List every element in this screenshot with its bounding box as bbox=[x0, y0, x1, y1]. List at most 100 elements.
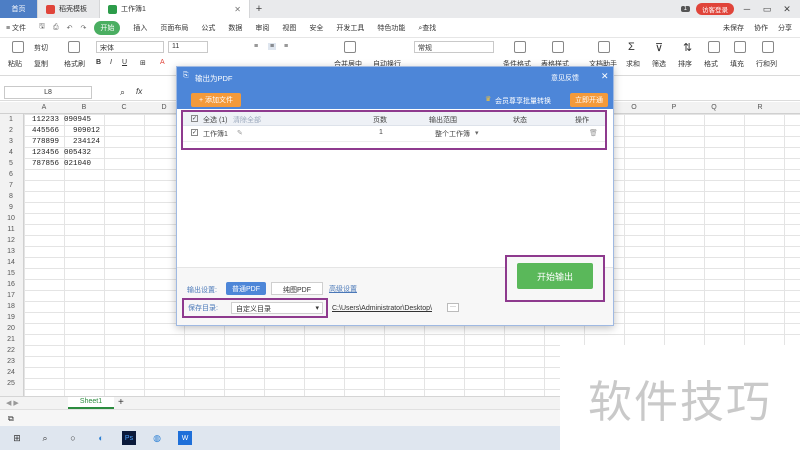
row-number[interactable]: 20 bbox=[0, 325, 22, 332]
border-icon[interactable]: ⊞ bbox=[140, 59, 146, 67]
cell-b1[interactable]: 090945 bbox=[64, 116, 91, 124]
add-sheet-button[interactable]: + bbox=[118, 397, 124, 408]
clear-all-link[interactable]: 清除全部 bbox=[233, 115, 261, 125]
column-header-a[interactable]: A bbox=[24, 104, 64, 111]
sheet-tab-sheet1[interactable]: Sheet1 bbox=[68, 397, 114, 409]
underline-icon[interactable]: U bbox=[122, 59, 127, 66]
sum-icon[interactable]: Σ bbox=[628, 41, 635, 53]
wps-icon[interactable]: W bbox=[178, 431, 192, 445]
row-number[interactable]: 16 bbox=[0, 281, 22, 288]
select-all-checkbox[interactable]: ✓ bbox=[191, 115, 198, 122]
doc-helper-icon[interactable] bbox=[598, 41, 610, 53]
sort-button[interactable]: 排序 bbox=[678, 59, 692, 69]
close-icon[interactable]: ✕ bbox=[780, 4, 794, 15]
format-painter-icon[interactable] bbox=[68, 41, 80, 53]
cell-b5[interactable]: 021040 bbox=[64, 160, 91, 168]
menu-insert[interactable]: 插入 bbox=[133, 23, 147, 33]
tab-docer-template[interactable]: 稻壳模板 bbox=[38, 0, 100, 18]
dialog-close-icon[interactable]: ✕ bbox=[601, 71, 609, 82]
row-number[interactable]: 8 bbox=[0, 193, 22, 200]
column-header-c[interactable]: C bbox=[104, 104, 144, 111]
bold-icon[interactable]: B bbox=[96, 59, 101, 66]
row-number[interactable]: 14 bbox=[0, 259, 22, 266]
cell-b2[interactable]: 909012 bbox=[73, 127, 100, 135]
menu-formula[interactable]: 公式 bbox=[201, 23, 215, 33]
start-output-button[interactable]: 开始输出 bbox=[517, 263, 593, 289]
row-number[interactable]: 1 bbox=[0, 116, 22, 123]
zoom-icon[interactable]: ⌕ bbox=[120, 87, 125, 98]
copy-button[interactable]: 复制 bbox=[34, 59, 48, 69]
column-header-p[interactable]: P bbox=[654, 104, 694, 111]
open-now-button[interactable]: 立即开通 bbox=[570, 93, 608, 107]
cell-a2[interactable]: 445566 bbox=[32, 127, 59, 135]
menu-review[interactable]: 审阅 bbox=[255, 23, 269, 33]
tab-home[interactable]: 首页 bbox=[0, 0, 38, 18]
menu-data[interactable]: 数据 bbox=[228, 23, 242, 33]
cut-button[interactable]: 剪切 bbox=[34, 43, 48, 53]
row-number[interactable]: 11 bbox=[0, 226, 22, 233]
row-number[interactable]: 5 bbox=[0, 160, 22, 167]
merge-icon[interactable] bbox=[344, 41, 356, 53]
sum-button[interactable]: 求和 bbox=[626, 59, 640, 69]
cell-a5[interactable]: 787856 bbox=[32, 160, 59, 168]
row-number[interactable]: 15 bbox=[0, 270, 22, 277]
italic-icon[interactable]: I bbox=[110, 59, 112, 66]
cell-b3[interactable]: 234124 bbox=[73, 138, 100, 146]
cell-a4[interactable]: 123456 bbox=[32, 149, 59, 157]
network-app-icon[interactable]: ◍ bbox=[150, 431, 164, 445]
format-painter-button[interactable]: 格式刷 bbox=[64, 59, 85, 69]
column-header-b[interactable]: B bbox=[64, 104, 104, 111]
tab-workbook1[interactable]: 工作簿1 ✕ bbox=[100, 0, 250, 18]
image-pdf-button[interactable]: 纯图PDF bbox=[271, 282, 323, 295]
close-tab-icon[interactable]: ✕ bbox=[234, 5, 241, 14]
paste-button[interactable]: 粘贴 bbox=[8, 59, 22, 69]
row-output-range[interactable]: 整个工作簿 bbox=[435, 129, 470, 139]
paste-icon[interactable] bbox=[12, 41, 24, 53]
menu-page-layout[interactable]: 页面布局 bbox=[160, 23, 188, 33]
search-menu[interactable]: ⌕查找 bbox=[418, 23, 436, 33]
task-view-icon[interactable]: ○ bbox=[66, 431, 80, 445]
maximize-icon[interactable]: ▭ bbox=[760, 4, 774, 15]
row-number[interactable]: 25 bbox=[0, 380, 22, 387]
row-number[interactable]: 2 bbox=[0, 127, 22, 134]
align-center-icon[interactable]: ≡ bbox=[268, 43, 277, 50]
row-number[interactable]: 7 bbox=[0, 182, 22, 189]
save-path[interactable]: C:\Users\Administrator\Desktop\ bbox=[332, 305, 432, 312]
menu-start[interactable]: 开始 bbox=[94, 20, 121, 35]
status-icon[interactable]: ⧉ bbox=[8, 414, 14, 424]
align-top-icon[interactable]: ≡ bbox=[254, 43, 258, 50]
print-icon[interactable]: ⎙ bbox=[53, 24, 59, 32]
column-header-o[interactable]: O bbox=[614, 104, 654, 111]
cell-b4[interactable]: 005432 bbox=[64, 149, 91, 157]
windows-logo-icon[interactable]: ⊞ bbox=[10, 431, 24, 445]
search-icon[interactable]: ⌕ bbox=[38, 431, 52, 445]
column-header-r[interactable]: R bbox=[740, 104, 780, 111]
sheet-nav-icon[interactable]: ◀ ▶ bbox=[6, 399, 19, 407]
undo-icon[interactable]: ↶ bbox=[67, 24, 73, 32]
row-checkbox[interactable]: ✓ bbox=[191, 129, 198, 136]
row-number[interactable]: 17 bbox=[0, 292, 22, 299]
save-dir-select[interactable]: 自定义目录 ▾ bbox=[231, 302, 323, 314]
advanced-settings-link[interactable]: 高级设置 bbox=[329, 284, 357, 294]
table-style-icon[interactable] bbox=[552, 41, 564, 53]
redo-icon[interactable]: ↷ bbox=[80, 24, 86, 32]
minimize-icon[interactable]: ─ bbox=[740, 4, 754, 14]
row-number[interactable]: 21 bbox=[0, 336, 22, 343]
cell-a3[interactable]: 778899 bbox=[32, 138, 59, 146]
share-button[interactable]: 分享 bbox=[778, 23, 792, 33]
photoshop-icon[interactable]: Ps bbox=[122, 431, 136, 445]
row-number[interactable]: 22 bbox=[0, 347, 22, 354]
filter-button[interactable]: 筛选 bbox=[652, 59, 666, 69]
number-format-select[interactable]: 常规 bbox=[414, 41, 494, 53]
rename-icon[interactable]: ✎ bbox=[237, 129, 243, 137]
feedback-link[interactable]: 意见反馈 bbox=[551, 73, 579, 83]
row-col-button[interactable]: 行和列 bbox=[756, 59, 777, 69]
row-number[interactable]: 18 bbox=[0, 303, 22, 310]
row-number[interactable]: 9 bbox=[0, 204, 22, 211]
menu-features[interactable]: 特色功能 bbox=[377, 23, 405, 33]
row-number[interactable]: 19 bbox=[0, 314, 22, 321]
save-icon[interactable]: 🖫 bbox=[39, 22, 45, 33]
fill-button[interactable]: 填充 bbox=[730, 59, 744, 69]
menu-view[interactable]: 视图 bbox=[282, 23, 296, 33]
menu-security[interactable]: 安全 bbox=[309, 23, 323, 33]
